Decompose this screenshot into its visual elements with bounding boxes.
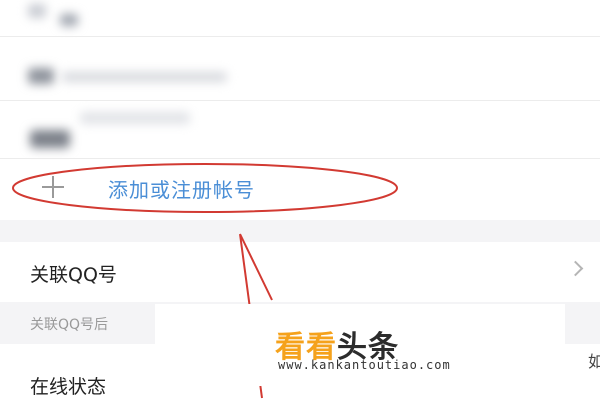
annotation-ellipse (12, 163, 398, 213)
clipped-edge-text: 如 (588, 352, 600, 371)
watermark-url: www.kankantoutiao.com (278, 358, 451, 372)
